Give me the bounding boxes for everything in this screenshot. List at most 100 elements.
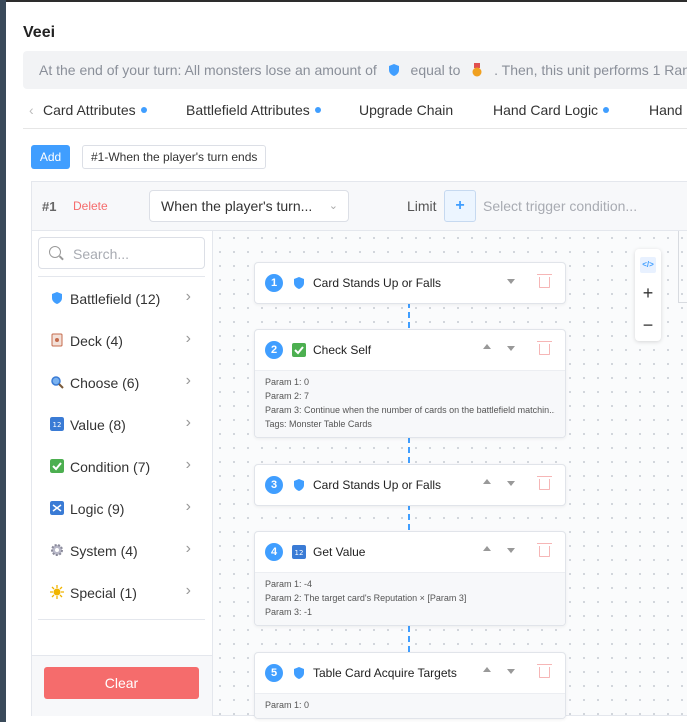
category-choose[interactable]: Choose (6) › xyxy=(38,362,205,404)
chevron-right-icon: › xyxy=(185,330,191,347)
trash-icon[interactable] xyxy=(537,341,552,355)
zoom-controls: </> + − xyxy=(635,249,661,341)
node-title: Get Value xyxy=(313,545,366,559)
node-params: Param 1: 0 Param 2: 7 Param 3: Continue … xyxy=(255,370,565,437)
trash-icon[interactable] xyxy=(537,543,552,557)
tab-hand-c[interactable]: Hand C xyxy=(649,102,687,118)
category-deck[interactable]: Deck (4) › xyxy=(38,320,205,362)
shield-icon xyxy=(294,479,304,491)
description-text-2: equal to xyxy=(410,62,461,78)
move-down-icon[interactable] xyxy=(507,548,515,553)
node-param: Param 2: 7 xyxy=(265,391,310,401)
move-down-icon[interactable] xyxy=(507,346,515,351)
clear-button[interactable]: Clear xyxy=(44,667,199,699)
add-trigger-button[interactable]: Add xyxy=(31,145,70,169)
check-icon xyxy=(292,343,306,357)
trash-icon[interactable] xyxy=(537,476,552,490)
node-tags: Tags: Monster Table Cards xyxy=(265,419,372,429)
zoom-out-button[interactable]: − xyxy=(635,315,661,336)
tab-indicator-dot xyxy=(140,107,147,113)
svg-text:12: 12 xyxy=(295,549,304,557)
add-condition-button[interactable]: + xyxy=(444,190,476,222)
chevron-right-icon: › xyxy=(185,414,191,431)
flow-node-3[interactable]: 3 Card Stands Up or Falls xyxy=(254,464,566,506)
numbers-icon: 12 xyxy=(50,417,64,431)
gear-icon xyxy=(51,544,63,556)
move-up-icon[interactable] xyxy=(483,667,491,672)
trigger-condition-placeholder[interactable]: Select trigger condition... xyxy=(483,198,637,214)
move-down-icon[interactable] xyxy=(507,669,515,674)
search-icon xyxy=(49,246,61,258)
node-number: 1 xyxy=(265,274,283,292)
chevron-right-icon: › xyxy=(185,372,191,389)
tab-indicator-dot xyxy=(314,107,321,113)
tab-upgrade-chain[interactable]: Upgrade Chain xyxy=(359,102,453,118)
category-system[interactable]: System (4) › xyxy=(38,530,205,572)
category-logic[interactable]: Logic (9) › xyxy=(38,488,205,530)
node-number: 3 xyxy=(265,476,283,494)
node-connector xyxy=(408,626,410,652)
move-down-icon[interactable] xyxy=(507,279,515,284)
trigger-tag[interactable]: #1-When the player's turn ends xyxy=(82,145,267,169)
trigger-index: #1 xyxy=(42,199,57,214)
delete-trigger-link[interactable]: Delete xyxy=(73,199,108,213)
chevron-right-icon: › xyxy=(185,540,191,557)
canvas-side-divider xyxy=(678,231,679,303)
check-icon xyxy=(50,459,64,473)
category-condition[interactable]: Condition (7) › xyxy=(38,446,205,488)
node-title: Table Card Acquire Targets xyxy=(313,666,457,680)
node-title: Check Self xyxy=(313,343,372,357)
flow-node-2[interactable]: 2 Check Self Param 1: 0 Param 2: 7 Param… xyxy=(254,329,566,438)
flow-node-5[interactable]: 5 Table Card Acquire Targets Param 1: 0 xyxy=(254,652,566,719)
tab-battlefield-attributes[interactable]: Battlefield Attributes xyxy=(186,102,321,118)
node-param: Param 3: Continue when the number of car… xyxy=(265,405,555,415)
sidebar-divider xyxy=(38,619,205,620)
limit-label: Limit xyxy=(407,198,437,214)
search-box[interactable] xyxy=(38,237,205,269)
code-view-icon[interactable]: </> xyxy=(640,257,656,273)
shuffle-icon xyxy=(50,501,64,515)
canvas-side-divider xyxy=(678,302,687,303)
trash-icon[interactable] xyxy=(537,274,552,288)
node-params: Param 1: -4 Param 2: The target card's R… xyxy=(255,572,565,625)
flow-node-4[interactable]: 4 12 Get Value Param 1: -4 Param 2: The … xyxy=(254,531,566,626)
move-down-icon[interactable] xyxy=(507,481,515,486)
flow-node-1[interactable]: 1 Card Stands Up or Falls xyxy=(254,262,566,304)
tab-indicator-dot xyxy=(603,107,610,113)
card-title: Veei xyxy=(23,24,56,41)
description-text-3: . Then, this unit performs 1 Range xyxy=(494,62,687,78)
node-param: Param 2: The target card's Reputation × … xyxy=(265,593,467,603)
node-param: Param 3: -1 xyxy=(265,607,313,617)
shield-icon xyxy=(388,64,399,76)
shield-icon xyxy=(294,277,304,289)
node-params: Param 1: 0 xyxy=(255,693,565,718)
node-param: Param 1: -4 xyxy=(265,579,313,589)
tab-bar: ‹ Card Attributes Battlefield Attributes… xyxy=(23,96,687,126)
node-number: 5 xyxy=(265,664,283,682)
chevron-right-icon: › xyxy=(185,582,191,599)
chevron-down-icon: ⌄ xyxy=(328,200,338,212)
tab-card-attributes[interactable]: Card Attributes xyxy=(43,102,147,118)
background-window-edge xyxy=(0,0,6,722)
trash-icon[interactable] xyxy=(537,664,552,678)
search-input[interactable] xyxy=(71,243,200,265)
node-number: 2 xyxy=(265,341,283,359)
card-icon xyxy=(51,333,63,347)
medal-icon xyxy=(472,63,482,77)
move-up-icon[interactable] xyxy=(483,546,491,551)
sidebar-divider xyxy=(38,276,205,277)
tabs-scroll-left-icon[interactable]: ‹ xyxy=(29,102,34,118)
tab-hand-card-logic[interactable]: Hand Card Logic xyxy=(493,102,610,118)
node-title: Card Stands Up or Falls xyxy=(313,478,442,492)
trigger-event-select[interactable]: When the player's turn... ⌄ xyxy=(149,190,349,222)
category-battlefield[interactable]: Battlefield (12) › xyxy=(38,278,205,320)
chevron-right-icon: › xyxy=(185,498,191,515)
category-special[interactable]: Special (1) › xyxy=(38,572,205,614)
category-value[interactable]: 12 Value (8) › xyxy=(38,404,205,446)
card-description: At the end of your turn: All monsters lo… xyxy=(23,51,687,89)
move-up-icon[interactable] xyxy=(483,479,491,484)
shield-icon xyxy=(294,667,304,679)
svg-text:12: 12 xyxy=(53,421,62,429)
zoom-in-button[interactable]: + xyxy=(635,283,661,304)
move-up-icon[interactable] xyxy=(483,344,491,349)
